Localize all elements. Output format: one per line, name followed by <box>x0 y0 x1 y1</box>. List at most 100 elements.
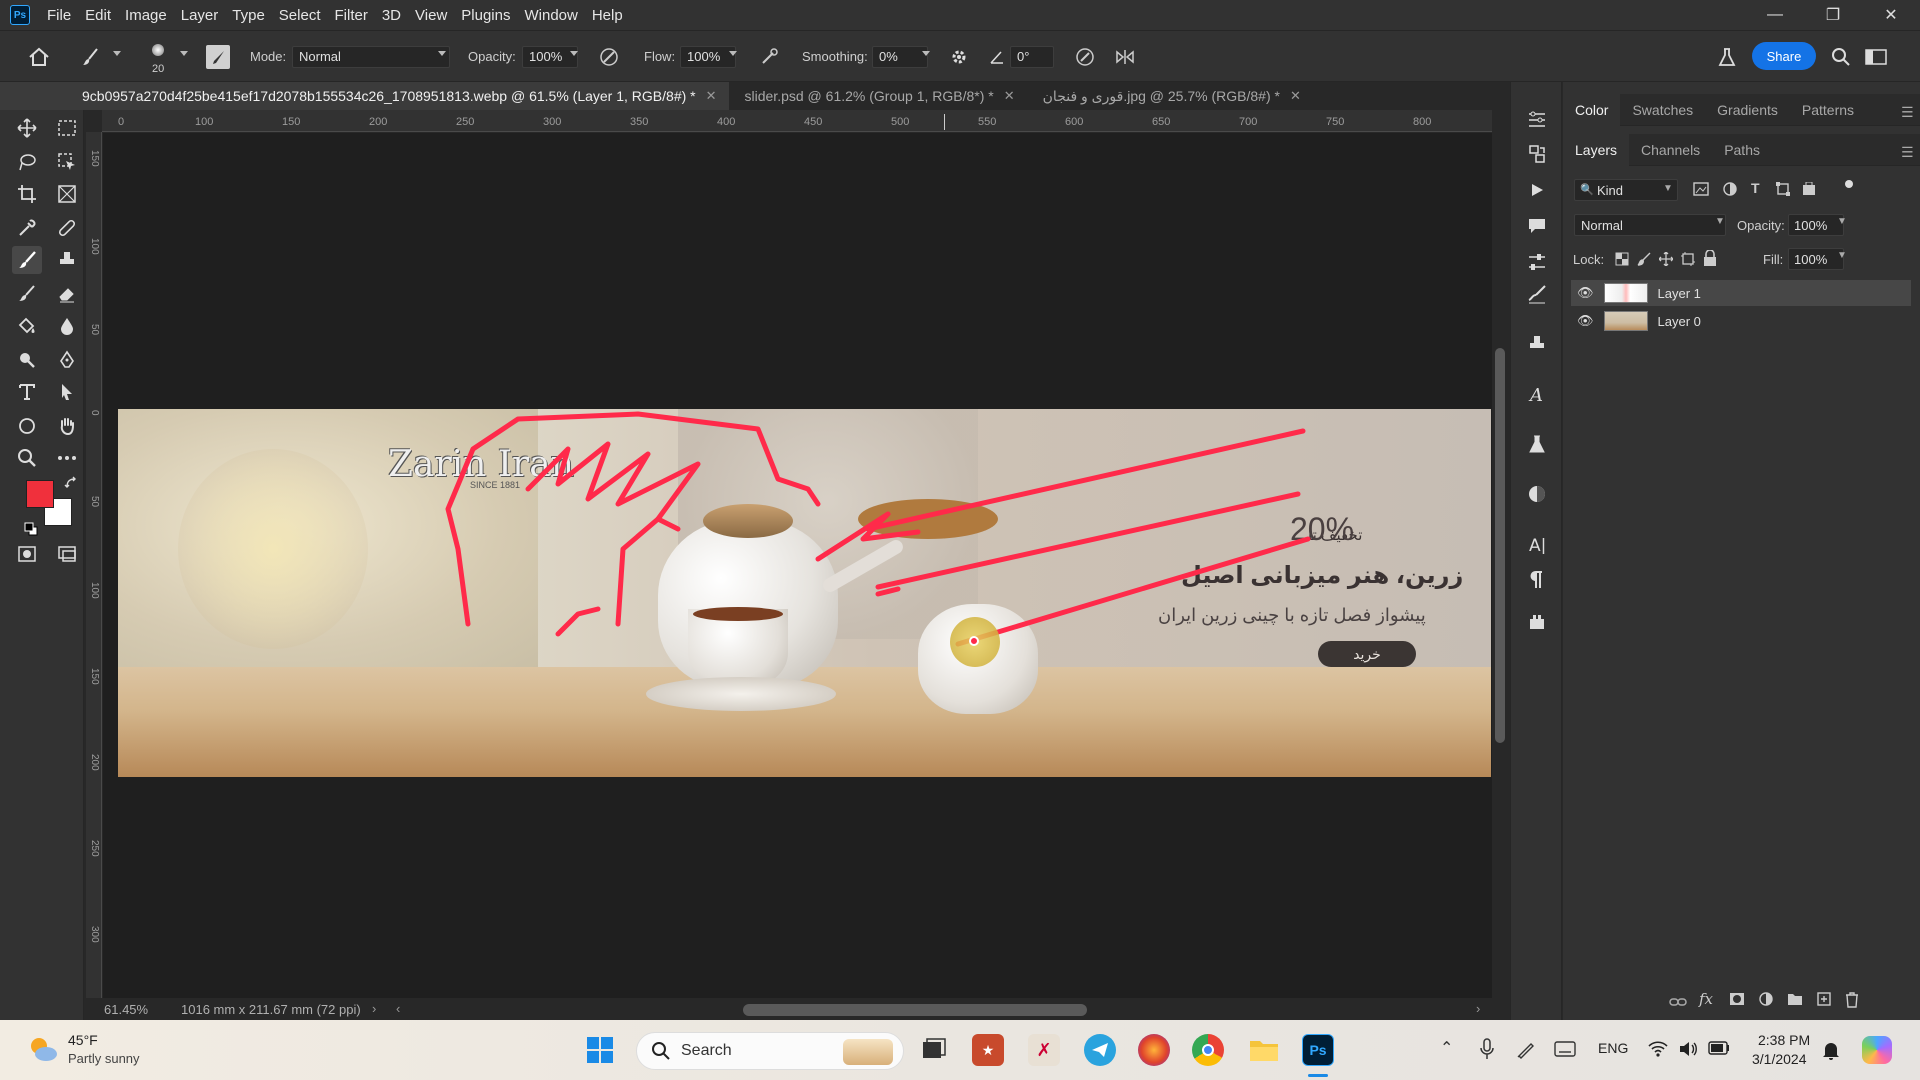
brush-tip-icon[interactable] <box>144 39 172 61</box>
pressure-size-icon[interactable] <box>1072 45 1098 69</box>
wifi-icon[interactable] <box>1648 1041 1668 1057</box>
minimize-icon[interactable]: — <box>1746 0 1804 30</box>
blur-tool-icon[interactable] <box>52 312 82 340</box>
adjustment-filter-icon[interactable] <box>1723 182 1737 196</box>
crop-tool-icon[interactable] <box>12 180 42 208</box>
chevron-right-icon[interactable]: › <box>372 1001 376 1016</box>
copilot-icon[interactable] <box>1862 1036 1892 1064</box>
fill-field[interactable]: 100% <box>1788 248 1844 270</box>
microphone-icon[interactable] <box>1480 1038 1494 1060</box>
app-icon-2[interactable]: ✗ <box>1028 1034 1060 1066</box>
path-selection-tool-icon[interactable] <box>52 378 82 406</box>
eraser-tool-icon[interactable] <box>52 280 82 308</box>
color-wheel-icon[interactable] <box>1525 482 1549 506</box>
eyedropper-tool-icon[interactable] <box>12 214 42 242</box>
move-tool-icon[interactable] <box>12 114 42 142</box>
fx-icon[interactable]: fx <box>1699 990 1713 1008</box>
menu-type[interactable]: Type <box>225 7 272 24</box>
opacity-field[interactable]: 100% <box>522 46 578 68</box>
blend-mode-select[interactable]: Normal <box>1574 214 1726 236</box>
photoshop-taskbar-icon[interactable]: Ps <box>1302 1034 1334 1066</box>
language-indicator[interactable]: ENG <box>1598 1040 1628 1056</box>
task-view-icon[interactable] <box>918 1034 950 1066</box>
notification-bell-icon[interactable] <box>1822 1040 1840 1060</box>
layer-mask-icon[interactable] <box>1729 992 1745 1006</box>
pen-tool-icon[interactable] <box>52 346 82 374</box>
lasso-tool-icon[interactable] <box>12 148 42 176</box>
lock-all-icon[interactable] <box>1703 250 1717 266</box>
brush-settings-icon[interactable] <box>206 45 230 69</box>
tab-swatches[interactable]: Swatches <box>1620 94 1705 126</box>
share-button[interactable]: Share <box>1752 42 1816 70</box>
menu-filter[interactable]: Filter <box>328 7 375 24</box>
close-icon[interactable]: ✕ <box>1290 88 1301 104</box>
volume-icon[interactable] <box>1678 1040 1698 1058</box>
comments-icon[interactable] <box>1525 214 1549 238</box>
new-group-icon[interactable] <box>1787 992 1803 1006</box>
shape-filter-icon[interactable] <box>1776 182 1790 196</box>
battery-icon[interactable] <box>1708 1041 1730 1055</box>
clone-source-icon[interactable] <box>1525 332 1549 356</box>
airbrush-icon[interactable] <box>756 45 782 69</box>
more-tools-icon[interactable] <box>52 444 82 472</box>
tab-paths[interactable]: Paths <box>1712 134 1772 166</box>
layer-opacity-field[interactable]: 100% <box>1788 214 1844 236</box>
menu-help[interactable]: Help <box>585 7 630 24</box>
menu-window[interactable]: Window <box>517 7 584 24</box>
file-explorer-icon[interactable] <box>1248 1034 1280 1066</box>
zoom-tool-icon[interactable] <box>12 444 42 472</box>
lock-pixels-icon[interactable] <box>1637 252 1651 266</box>
workspace-icon[interactable] <box>1862 45 1890 69</box>
brush-preset-icon[interactable] <box>78 45 104 69</box>
pressure-opacity-icon[interactable] <box>596 45 622 69</box>
zoom-level[interactable]: 61.45% <box>104 1002 148 1017</box>
chrome-icon[interactable] <box>1192 1034 1224 1066</box>
dodge-tool-icon[interactable] <box>12 346 42 374</box>
close-icon[interactable]: ✕ <box>706 88 717 104</box>
symmetry-icon[interactable] <box>1112 45 1138 69</box>
banner-image[interactable]: Zarin Iran SINCE 1881 تخفیف تا 20% زرین،… <box>118 409 1491 777</box>
firefox-icon[interactable] <box>1138 1034 1170 1066</box>
flask-panel-icon[interactable] <box>1525 432 1549 456</box>
home-icon[interactable] <box>26 45 52 69</box>
chevron-down-icon[interactable]: ▼ <box>1837 216 1847 227</box>
gear-icon[interactable] <box>946 45 972 69</box>
hand-tool-icon[interactable] <box>52 412 82 440</box>
eye-icon[interactable]: 👁 <box>1577 285 1594 301</box>
filter-kind-select[interactable]: 🔍 Kind ▼ <box>1574 179 1678 201</box>
paint-bucket-tool-icon[interactable] <box>12 312 42 340</box>
history-brush-tool-icon[interactable] <box>12 280 42 308</box>
chevron-down-icon[interactable]: ▼ <box>1837 250 1847 261</box>
screen-mode-icon[interactable] <box>52 540 82 568</box>
smart-object-filter-icon[interactable] <box>1802 182 1816 196</box>
chevron-down-icon[interactable] <box>922 51 930 56</box>
vertical-scrollbar[interactable] <box>1492 110 1508 1010</box>
menu-view[interactable]: View <box>408 7 454 24</box>
lock-position-icon[interactable] <box>1659 252 1673 266</box>
close-icon[interactable]: ✕ <box>1004 88 1015 104</box>
restore-icon[interactable]: ❐ <box>1804 0 1862 30</box>
search-icon[interactable] <box>1828 45 1854 69</box>
chevron-left-icon[interactable]: ‹ <box>396 1001 400 1016</box>
menu-3d[interactable]: 3D <box>375 7 408 24</box>
link-layers-icon[interactable] <box>1669 996 1687 1008</box>
layer-row-layer-1[interactable]: 👁 Layer 1 <box>1571 280 1911 306</box>
character-icon[interactable]: A <box>1525 382 1549 406</box>
filter-toggle-icon[interactable] <box>1845 180 1853 188</box>
panel-menu-icon[interactable]: ☰ <box>1901 104 1914 121</box>
horizontal-scroll-thumb[interactable] <box>743 1004 1087 1016</box>
menu-layer[interactable]: Layer <box>174 7 226 24</box>
angle-field[interactable]: 0° <box>1010 46 1054 68</box>
weather-description[interactable]: Partly sunny <box>68 1051 140 1066</box>
menu-select[interactable]: Select <box>272 7 328 24</box>
mode-select[interactable]: Normal <box>292 46 450 68</box>
menu-edit[interactable]: Edit <box>78 7 118 24</box>
tab-channels[interactable]: Channels <box>1629 134 1712 166</box>
chevron-down-icon[interactable] <box>438 51 446 56</box>
tab-document-3[interactable]: قوری و فنجان.jpg @ 25.7% (RGB/8#) * ✕ <box>1027 82 1313 110</box>
menu-file[interactable]: File <box>40 7 78 24</box>
close-icon[interactable]: ✕ <box>1862 0 1920 30</box>
frame-tool-icon[interactable] <box>52 180 82 208</box>
menu-image[interactable]: Image <box>118 7 174 24</box>
pen-icon[interactable] <box>1516 1039 1536 1059</box>
